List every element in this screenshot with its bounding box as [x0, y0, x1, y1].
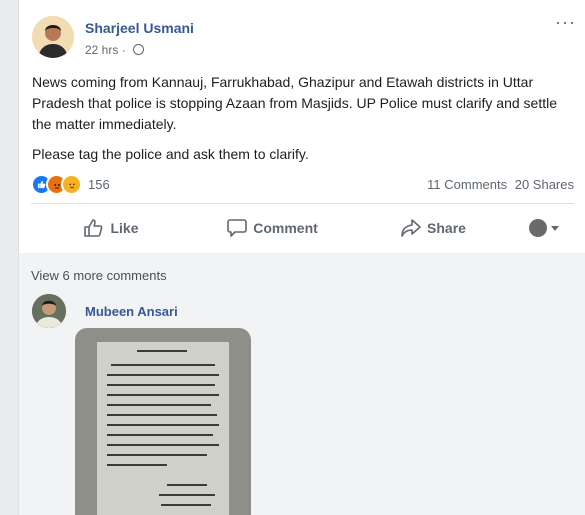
meta-separator: · — [121, 43, 126, 57]
like-button[interactable]: Like — [31, 219, 192, 237]
author-avatar[interactable] — [32, 16, 74, 58]
shares-count[interactable]: 20 Shares — [515, 177, 574, 192]
notice-paper — [97, 342, 229, 515]
reactions-summary[interactable]: 156 — [31, 174, 110, 195]
chevron-down-icon — [551, 225, 559, 231]
sad-icon — [61, 174, 82, 195]
author-name[interactable]: Sharjeel Usmani — [85, 20, 194, 36]
comment-photo[interactable] — [75, 328, 251, 515]
post-time[interactable]: 22 hrs — [85, 43, 118, 57]
more-options-button[interactable]: ··· — [555, 12, 576, 33]
view-more-comments-link[interactable]: View 6 more comments — [31, 268, 167, 283]
engagement-counts: 11 Comments 20 Shares — [427, 177, 574, 192]
share-button[interactable]: Share — [353, 219, 514, 237]
post-text: News coming from Kannauj, Farrukhabad, G… — [32, 74, 557, 132]
like-label: Like — [110, 220, 139, 236]
audience-selector[interactable] — [514, 219, 574, 237]
post-meta: 22 hrs · — [85, 43, 145, 57]
thumbs-up-icon — [84, 219, 103, 237]
commenter-avatar[interactable] — [32, 294, 66, 328]
audience-avatar — [529, 219, 547, 237]
divider — [31, 203, 574, 204]
reaction-count: 156 — [88, 177, 110, 192]
post-text-secondary: Please tag the police and ask them to cl… — [32, 146, 309, 162]
share-label: Share — [427, 220, 466, 236]
globe-icon — [133, 44, 145, 55]
comment-label: Comment — [253, 220, 318, 236]
commenter-name[interactable]: Mubeen Ansari — [85, 304, 178, 319]
comment-icon — [227, 219, 248, 237]
comments-count[interactable]: 11 Comments — [427, 177, 507, 192]
action-bar: Like Comment Share — [31, 208, 574, 248]
share-icon — [401, 219, 421, 237]
post-card: Sharjeel Usmani 22 hrs · ··· News coming… — [18, 0, 585, 515]
comments-section: View 6 more comments Mubeen Ansari — [19, 253, 585, 515]
comment-button[interactable]: Comment — [192, 219, 353, 237]
